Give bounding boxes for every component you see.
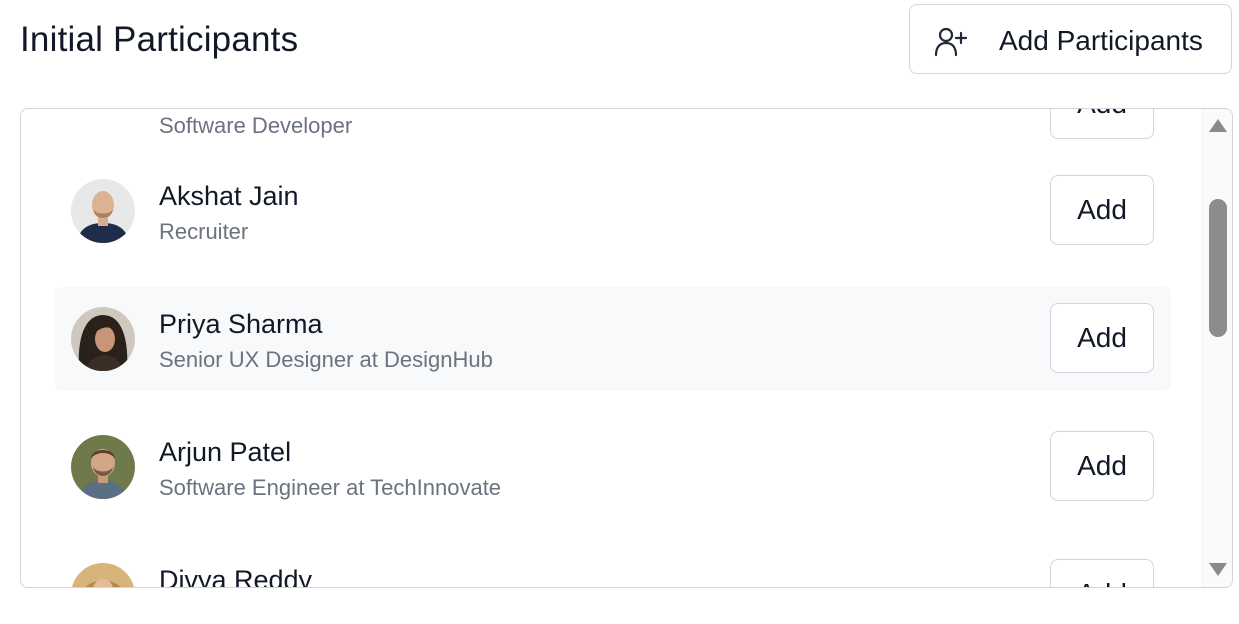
add-button[interactable]: Add [1050,109,1154,139]
add-button[interactable]: Add [1050,175,1154,245]
list-item: Akshat Jain Recruiter Add [55,159,1171,263]
participant-role: Software Engineer at TechInnovate [159,475,502,500]
participant-name: Priya Sharma [159,309,323,339]
list-item: Divya Reddy Add [55,543,1171,587]
arrow-up-icon[interactable] [1209,119,1227,132]
add-participants-button[interactable]: Add Participants [909,4,1232,74]
list-item: Arjun Patel Software Engineer at TechInn… [55,415,1171,519]
participant-role: Software Developer [159,113,353,138]
page-title: Initial Participants [20,20,299,59]
add-button[interactable]: Add [1050,559,1154,587]
participant-name: Arjun Patel [159,437,292,467]
participant-name: Divya Reddy [159,565,313,587]
list-item: Priya Sharma Senior UX Designer at Desig… [55,287,1171,391]
list-item: Software Developer Add [55,109,1171,157]
add-participants-label: Add Participants [999,25,1203,56]
avatar [71,563,135,587]
user-plus-icon [934,25,968,59]
avatar [71,435,135,499]
participant-role: Recruiter [159,219,249,244]
participants-list-panel[interactable]: Software Developer Add Akshat Jain Recru… [20,108,1233,588]
participants-list: Software Developer Add Akshat Jain Recru… [21,109,1201,587]
vertical-scrollbar[interactable] [1202,109,1232,587]
avatar [71,307,135,371]
arrow-down-icon[interactable] [1209,563,1227,576]
participant-name: Akshat Jain [159,181,299,211]
participant-role: Senior UX Designer at DesignHub [159,347,493,372]
avatar [71,179,135,243]
add-button[interactable]: Add [1050,431,1154,501]
scrollbar-thumb[interactable] [1209,199,1227,337]
add-button[interactable]: Add [1050,303,1154,373]
